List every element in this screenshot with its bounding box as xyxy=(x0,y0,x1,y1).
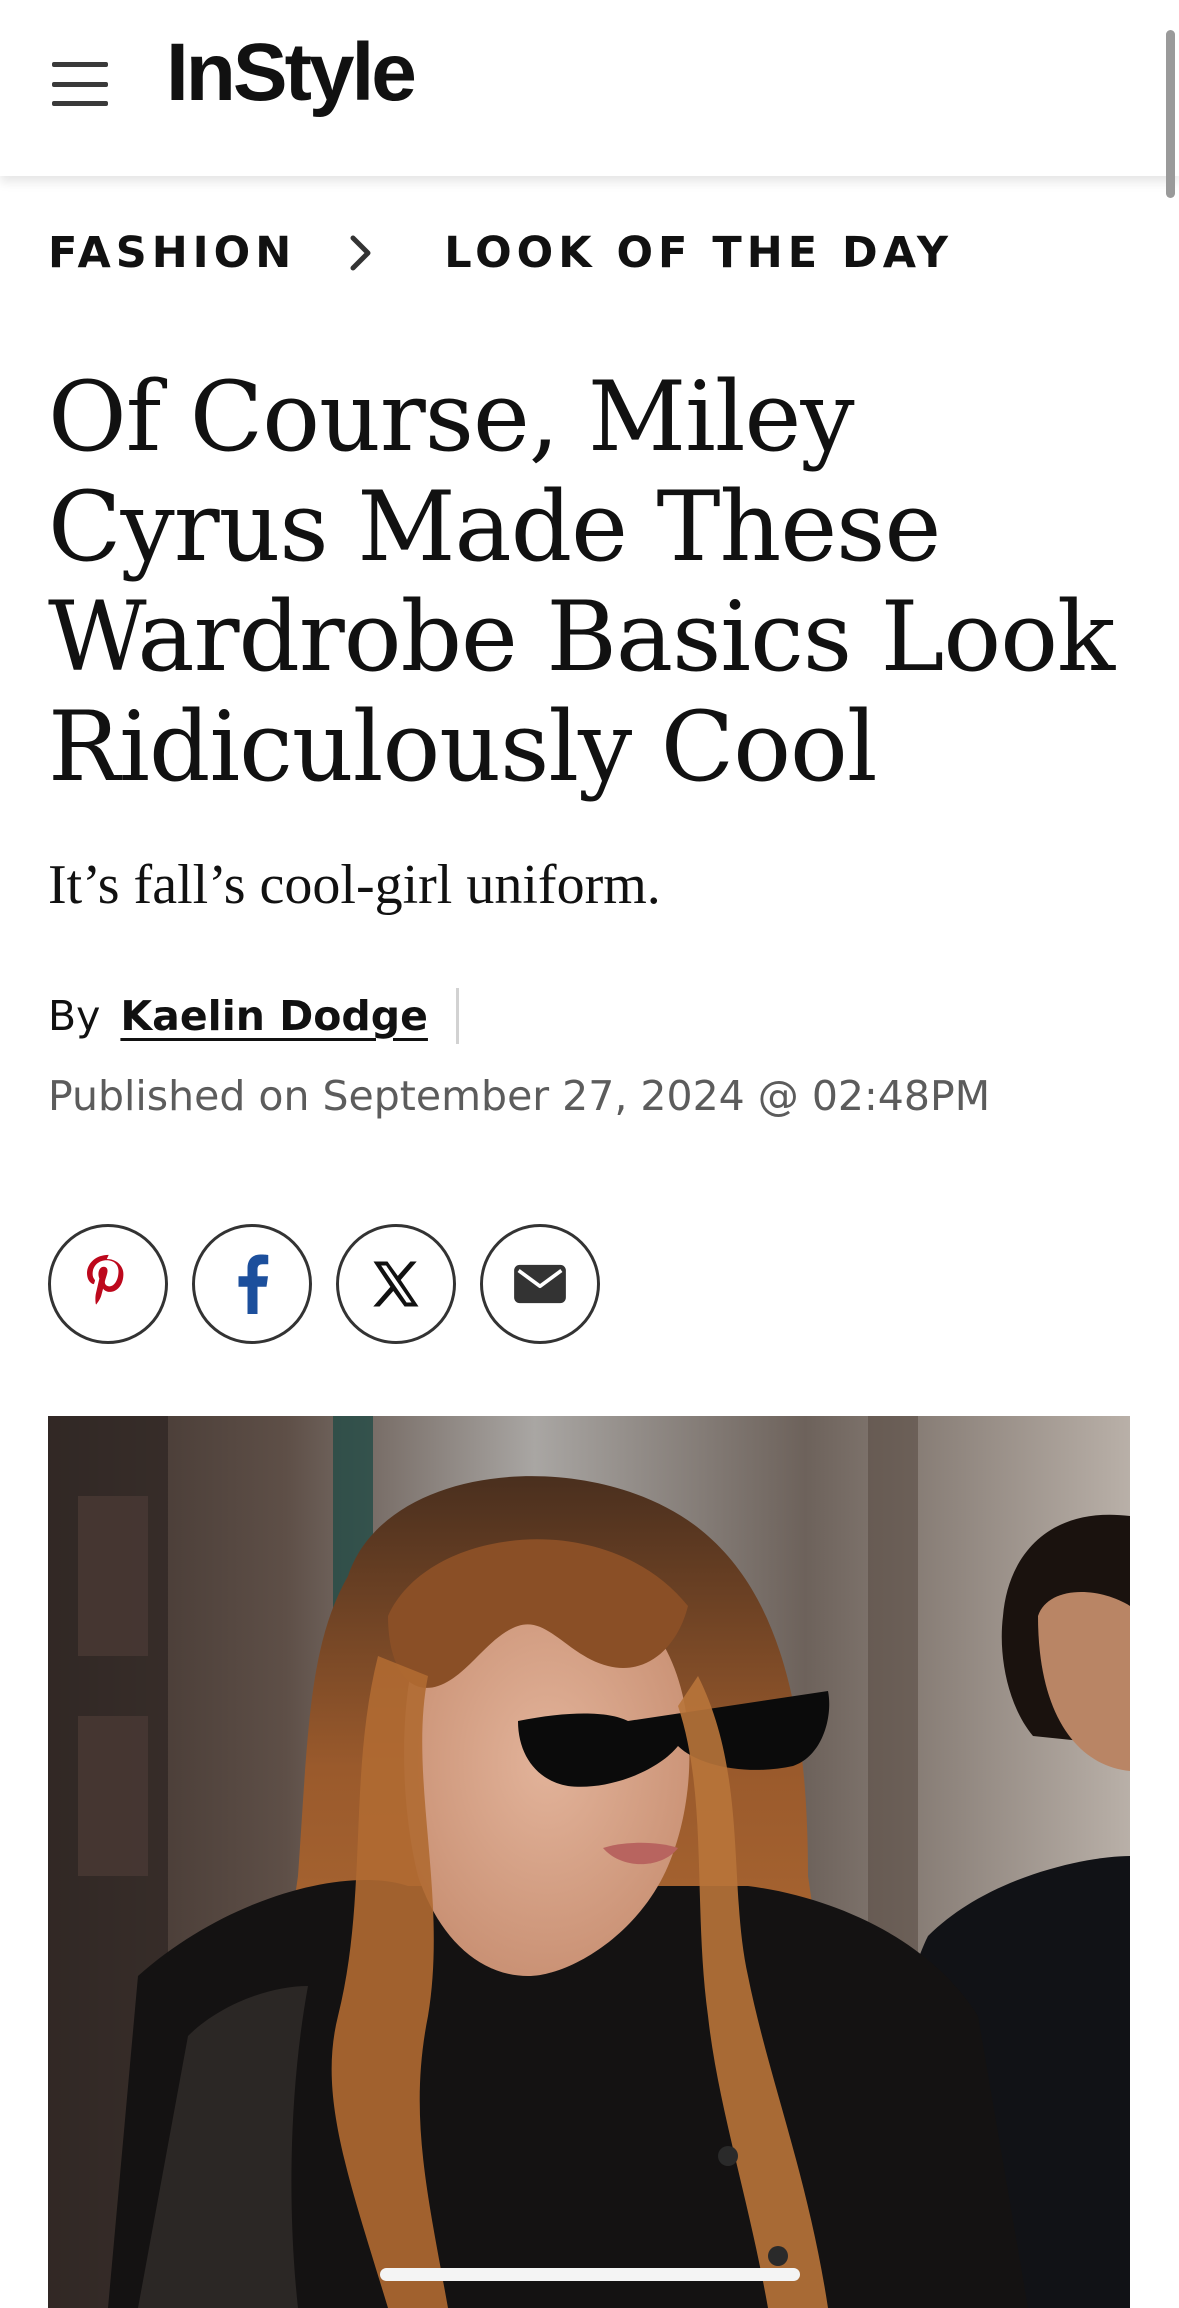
home-indicator[interactable] xyxy=(380,2268,800,2281)
social-share-bar xyxy=(48,1224,600,1344)
share-email-button[interactable] xyxy=(480,1224,600,1344)
scrollbar[interactable] xyxy=(1166,30,1175,198)
site-header: InStyle xyxy=(0,0,1179,176)
published-date: Published on September 27, 2024 @ 02:48P… xyxy=(48,1072,991,1120)
breadcrumb-item-look-of-the-day[interactable]: LOOK OF THE DAY xyxy=(444,228,953,278)
breadcrumb: FASHION LOOK OF THE DAY xyxy=(48,228,953,278)
author-link[interactable]: Kaelin Dodge xyxy=(120,992,428,1040)
article-page: InStyle FASHION LOOK OF THE DAY Of Cours… xyxy=(0,0,1179,2308)
breadcrumb-item-fashion[interactable]: FASHION xyxy=(48,228,296,278)
share-pinterest-button[interactable] xyxy=(48,1224,168,1344)
site-logo[interactable]: InStyle xyxy=(166,32,417,114)
byline-prefix: By xyxy=(48,992,101,1040)
photo-miley-cyrus xyxy=(48,1416,1130,2308)
pinterest-icon xyxy=(87,1254,124,1305)
email-icon xyxy=(514,1264,566,1304)
menu-bar xyxy=(52,62,108,67)
x-icon xyxy=(373,1261,419,1307)
article-dek: It’s fall’s cool-girl uniform. xyxy=(48,854,661,916)
share-x-button[interactable] xyxy=(336,1224,456,1344)
article-headline: Of Course, Miley Cyrus Made These Wardro… xyxy=(48,361,1115,803)
chevron-right-icon xyxy=(350,235,371,271)
hamburger-menu-icon[interactable] xyxy=(52,62,112,106)
byline: By Kaelin Dodge xyxy=(48,988,459,1044)
menu-bar xyxy=(52,81,108,87)
share-facebook-button[interactable] xyxy=(192,1224,312,1344)
facebook-icon xyxy=(238,1254,269,1314)
hero-image[interactable] xyxy=(48,1416,1130,2308)
menu-bar xyxy=(52,101,108,106)
byline-divider xyxy=(455,988,459,1044)
